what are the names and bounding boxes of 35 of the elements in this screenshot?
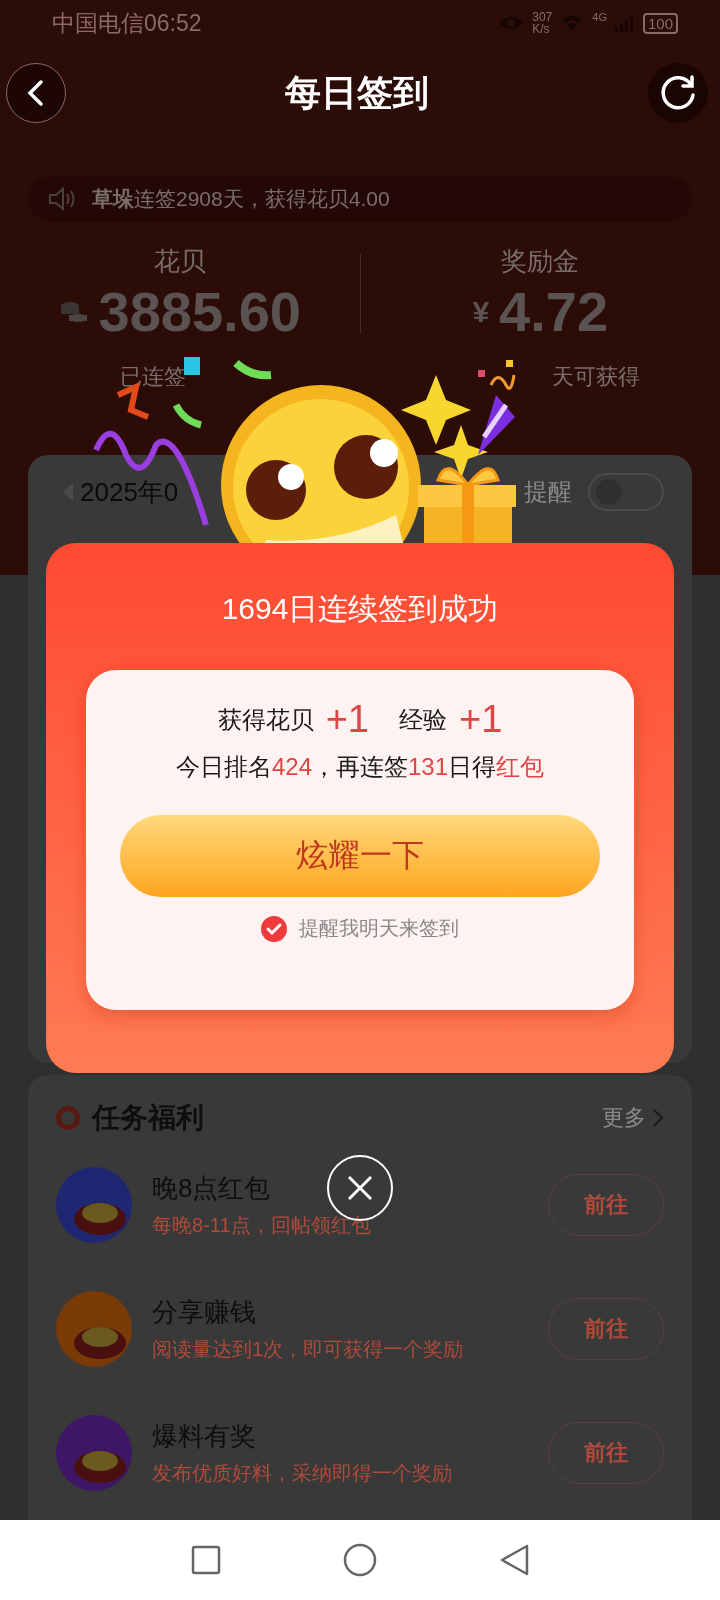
currency-symbol: ¥	[472, 294, 490, 329]
recent-apps-icon	[191, 1545, 221, 1575]
status-carrier-time: 中国电信06:52	[52, 8, 202, 38]
page-title: 每日签到	[285, 70, 429, 115]
reminder-toggle[interactable]	[588, 473, 664, 511]
show-off-button[interactable]: 炫耀一下	[120, 815, 600, 897]
streak-text: 天可获得	[552, 363, 640, 391]
reward-amount: +1	[325, 698, 369, 741]
remind-checkbox[interactable]	[261, 915, 287, 942]
back-icon	[26, 79, 46, 107]
task-description: 发布优质好料，采纳即得一个奖励	[152, 1461, 452, 1486]
stat-value: 4.72	[499, 279, 609, 344]
announcement-text: 草垛连签2908天，获得花贝4.00	[92, 186, 390, 212]
reminder-label: 提醒	[524, 477, 572, 507]
remind-label: 提醒我明天来签到	[299, 916, 459, 941]
network-speed: 307	[532, 11, 553, 23]
dialog-title: 1694日连续签到成功	[221, 591, 499, 627]
more-link[interactable]: 更多	[602, 1103, 664, 1133]
close-icon	[345, 1173, 375, 1203]
stat-label: 花贝	[153, 245, 206, 278]
rank-text: 今日排名424，再连签131日得红包	[175, 752, 545, 782]
back-nav-icon	[499, 1544, 529, 1576]
reward-label: 获得花贝	[217, 704, 314, 735]
refresh-icon	[658, 73, 698, 113]
home-icon	[343, 1543, 377, 1577]
reward-amount: +1	[459, 698, 503, 741]
stat-label: 奖励金	[501, 245, 580, 278]
ring-icon	[56, 1106, 80, 1130]
network-type: 4G	[592, 11, 607, 23]
reward-label: 经验	[399, 704, 447, 735]
speed-unit: K/s	[532, 23, 551, 35]
stat-value: 3885.60	[98, 279, 301, 344]
battery-level: 100	[642, 12, 678, 34]
chevron-icon	[652, 1108, 664, 1128]
task-description: 阅读量达到1次，即可获得一个奖励	[152, 1337, 464, 1362]
